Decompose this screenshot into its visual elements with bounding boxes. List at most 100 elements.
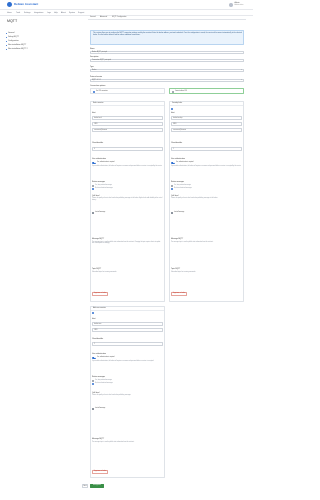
option-tls-card[interactable]: Use TLS connection [90,88,165,94]
topic-label: Topic MQTT [92,268,102,270]
nav-item[interactable]: Logs [47,12,51,14]
auth-label: Use authentication [92,158,106,160]
logo-icon[interactable] [7,2,12,7]
lastwill-label: Last will message [95,212,106,214]
name-label: Name [90,48,95,50]
nav-item[interactable]: Integrations [34,12,43,14]
back-button[interactable]: Back [82,484,88,488]
description-label: Description [90,56,99,58]
remove-broker-button[interactable]: Supprimer ce broker [92,292,109,297]
tls-label: Use TLS connection [96,91,108,93]
retain-yes-radio[interactable] [171,184,173,187]
retain-no-label: No, discard retained messages [174,187,192,189]
auth-hint: If you enable authentication, the broker… [92,361,154,362]
sidebar-item-new-installation[interactable]: New installation MQTT [5,44,26,46]
protocol-select[interactable]: MQTT v3.1.1 [90,78,244,82]
auth-toggle-label: Yes, authentication is required [176,161,194,163]
auth-toggle[interactable] [92,161,96,164]
retain-label: Retain messages [92,376,106,378]
host-label: Host [171,112,175,114]
topic-label: Topic MQTT [171,268,181,270]
card-header: Add a new connection [91,307,164,311]
client-input[interactable]: 2 [92,342,163,346]
lastwill-label: Last will message [95,408,106,410]
lastwill-checkbox[interactable] [92,212,94,214]
retain-no-radio[interactable] [92,382,94,385]
remove-broker-button[interactable]: Supprimer ce broker [92,470,109,475]
sidebar-item-new-installation-2[interactable]: New installation MQTT 2 [6,48,28,50]
client-input[interactable]: 0 [92,147,163,151]
remove-broker-button[interactable]: Supprimer ce broker [171,292,188,297]
retain-label: Retain messages [171,181,185,183]
no-tls-radio[interactable] [172,91,174,93]
tab-advanced[interactable]: Advanced [100,17,107,19]
nav-item[interactable]: About [61,12,66,14]
host-input[interactable]: broker.new [92,322,163,326]
host-label: Host [92,112,96,114]
description-input[interactable]: Connection MQTT principale [90,58,244,62]
username-input[interactable]: username@domain [171,128,242,132]
nav-item[interactable]: Settings [24,12,31,14]
nav-item[interactable]: Help [54,12,58,14]
user-menu[interactable]: Admin Administrator [229,2,247,8]
new-radio[interactable] [92,312,94,314]
brand-name[interactable]: Debian Assistant [14,2,38,7]
topic-hint: Subscribed topics for incoming commands. [171,271,196,273]
retain-no-radio[interactable] [92,187,94,190]
auth-hint: If you enable authentication, the broker… [92,166,163,167]
retain-no-radio[interactable] [171,187,173,190]
qos-hint: Choose the quality of service level used… [171,198,218,199]
nav-item[interactable]: System [69,12,75,14]
nav-item[interactable]: Tools [16,12,20,14]
top-bar: Debian Assistant Admin Administrator [0,0,253,10]
tls-radio[interactable] [93,91,95,93]
info-box: This section allows you to configure the… [90,30,244,45]
host-input[interactable]: broker.backup [171,116,242,120]
message-hint: The message topic is used to publish sta… [171,241,214,243]
lastwill-checkbox[interactable] [171,212,173,214]
option-no-tls-card[interactable]: Connect without TLS [169,88,244,94]
retain-no-label: No, discard retained messages [95,382,113,384]
client-label: Client identifier [171,142,183,144]
auth-toggle[interactable] [92,356,96,359]
type-select[interactable]: Broker [90,68,244,72]
card-title: Add a new connection [93,308,106,309]
save-button[interactable]: Enregistrer [90,484,104,488]
retain-yes-label: Yes, keep retained messages [95,184,112,186]
card-header: Broker connection [91,102,164,106]
port-input[interactable]: 1883 [92,328,163,332]
retain-yes-radio[interactable] [92,184,94,187]
sidebar-item-configuration[interactable]: Configuration [6,40,19,42]
name-input[interactable]: Broker MQTT principal [90,50,244,54]
card-header: Secondary broker [170,102,243,106]
sidebar-item-general[interactable]: General [5,32,14,34]
sidebar-item-debug[interactable]: Debug MQTT [6,36,19,38]
username-input[interactable]: username@domain [92,128,163,132]
card-title: Secondary broker [172,103,183,104]
retain-no-label: No, discard retained messages [95,187,113,189]
host-input[interactable]: broker.local [92,116,163,120]
tab-mqtt-configuration[interactable]: MQTT Configuration [112,17,126,19]
port-input[interactable]: 1883 [92,122,163,126]
lastwill-label: Last will message [174,212,185,214]
qos-label: QoS level [171,195,179,197]
client-label: Client identifier [92,142,104,144]
nav-item[interactable]: Support [78,12,84,14]
auth-toggle-label: Yes, authentication is required [97,161,115,163]
lastwill-checkbox[interactable] [92,408,94,410]
host-label: Host [92,318,96,320]
client-input[interactable]: 1 [171,147,242,151]
message-hint: The message topic is used to publish sta… [92,441,135,443]
tab-bar: General Advanced MQTT Configuration [88,16,246,20]
auth-toggle-label: Yes, authentication is required [97,356,115,358]
secondary-radio[interactable] [171,107,173,110]
nav-item[interactable]: Home [7,12,12,14]
page-title: MQTT [7,19,18,23]
retain-yes-radio[interactable] [92,379,94,382]
card-title: Broker connection [93,103,104,104]
options-heading: Connection options [90,84,106,87]
tab-general[interactable]: General [90,17,96,19]
port-input[interactable]: 8883 [171,122,242,126]
auth-toggle[interactable] [171,161,175,164]
type-label: Type [90,66,94,68]
